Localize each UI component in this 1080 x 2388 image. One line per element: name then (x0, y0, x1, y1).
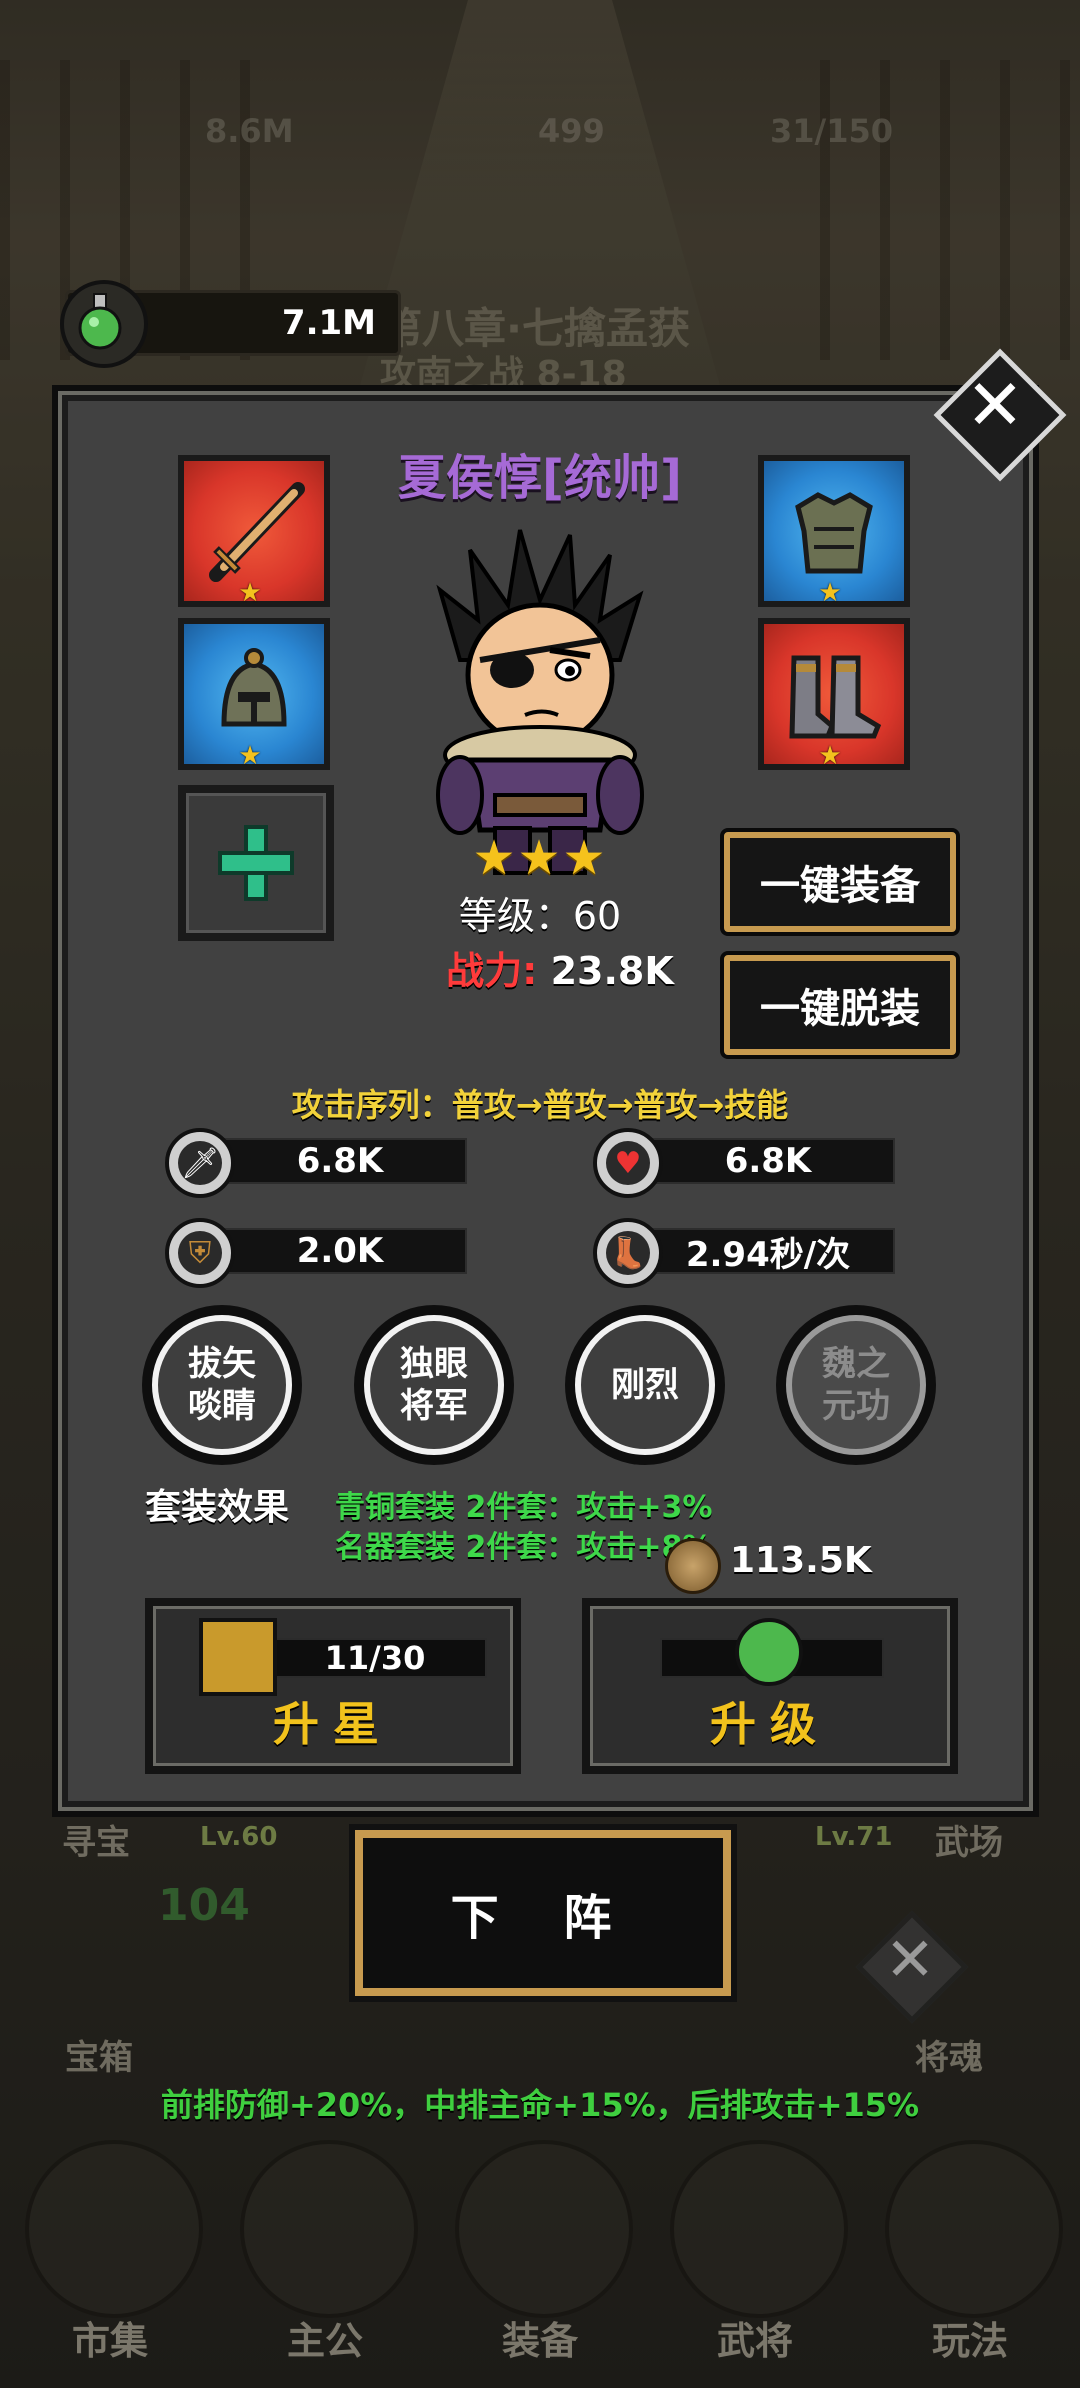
level-up-button[interactable]: 0 升级 (582, 1598, 958, 1774)
bg-soul-label: 将魂 (915, 2038, 983, 2078)
equip-star: ★ (238, 578, 262, 608)
stat-defense-value: 2.0K (213, 1228, 467, 1274)
star-up-label: 升星 (273, 1697, 393, 1751)
nav-play[interactable]: 玩法 (870, 2310, 1070, 2365)
hero-star-rating: ★★★ (472, 830, 608, 886)
hero-power: 战力: 23.8K (400, 940, 720, 995)
hero-level: 等级：60 (458, 894, 622, 938)
star-up-progress: 11/30 (263, 1638, 487, 1678)
stat-speed-value: 2.94秒/次 (641, 1228, 895, 1275)
armor-icon (795, 492, 873, 574)
sword-icon: 🗡 (165, 1128, 235, 1198)
unequip-all-button[interactable]: 一键脱装 (724, 955, 956, 1055)
set-effect-famous: 名器套装 2件套：攻击+8% (335, 1530, 713, 1565)
heart-icon: ♥ (593, 1128, 663, 1198)
bg-treasure-hunt-label: 寻宝 (62, 1823, 130, 1863)
bg-soul-button[interactable]: ✕ (855, 1910, 969, 2024)
hero-name: 夏侯惇[统帅] (398, 450, 682, 506)
nav-play-icon[interactable] (885, 2140, 1063, 2318)
nav-market[interactable]: 市集 (10, 2310, 210, 2365)
nav-lord-icon[interactable] (240, 2140, 418, 2318)
helmet-icon (221, 648, 287, 727)
potion-icon (60, 280, 148, 368)
equip-slot-empty[interactable] (178, 785, 334, 941)
close-button[interactable]: ✕ (933, 348, 1067, 482)
stat-hp: 6.8K ♥ (593, 1128, 895, 1198)
level-up-label: 升级 (710, 1697, 830, 1751)
skill-1[interactable]: 拔矢 啖睛 (142, 1305, 302, 1465)
equip-star: ★ (238, 741, 262, 771)
stat-defense: 2.0K ⛨ (165, 1218, 467, 1288)
attack-sequence: 攻击序列：普攻→普攻→普攻→技能 (291, 1086, 789, 1124)
equip-star: ★ (818, 578, 842, 608)
bg-right-level: Lv.71 (815, 1822, 893, 1852)
set-effect-bronze: 青铜套装 2件套：攻击+3% (335, 1490, 713, 1525)
nav-generals-icon[interactable] (670, 2140, 848, 2318)
close-icon: ✕ (965, 364, 1025, 446)
hero-portrait (400, 510, 680, 880)
close-icon: ✕ (884, 1925, 936, 1995)
bg-chest-count: 104 (158, 1880, 250, 1931)
stat-attack: 6.8K 🗡 (165, 1128, 467, 1198)
nav-equipment[interactable]: 装备 (440, 2310, 640, 2365)
shield-icon: ⛨ (165, 1218, 235, 1288)
stat-speed: 2.94秒/次 👢 (593, 1218, 895, 1288)
nav-lord[interactable]: 主公 (225, 2310, 425, 2365)
formation-bonus-text: 前排防御+20%，中排主命+15%，后排攻击+15% (160, 2086, 920, 2124)
equip-all-button[interactable]: 一键装备 (724, 832, 956, 932)
skill-2[interactable]: 独眼 将军 (354, 1305, 514, 1465)
stat-attack-value: 6.8K (213, 1138, 467, 1184)
nav-market-icon[interactable] (25, 2140, 203, 2318)
remove-from-lineup-button[interactable]: 下 阵 (355, 1830, 731, 1996)
skill-3[interactable]: 刚烈 (565, 1305, 725, 1465)
equip-star: ★ (818, 741, 842, 771)
coin-icon (665, 1538, 721, 1594)
set-effect-title: 套装效果 (145, 1487, 290, 1528)
power-value: 23.8K (550, 949, 674, 993)
bg-left-level: Lv.60 (200, 1822, 278, 1852)
power-label: 战力: (446, 949, 538, 993)
nav-equipment-icon[interactable] (455, 2140, 633, 2318)
star-up-button[interactable]: 11/30 升星 (145, 1598, 521, 1774)
hero-shard-icon (199, 1618, 277, 1696)
skill-4-locked[interactable]: 魏之 元功 (776, 1305, 936, 1465)
nav-generals[interactable]: 武将 (655, 2310, 855, 2365)
bg-chest-label: 宝箱 (65, 2038, 133, 2078)
coin-balance: 113.5K (730, 1540, 872, 1581)
stat-hp-value: 6.8K (641, 1138, 895, 1184)
bg-arena-label: 武场 (935, 1823, 1003, 1863)
sword-icon (209, 482, 305, 582)
boots-icon (789, 655, 882, 739)
potion-value: 7.1M (281, 303, 376, 343)
plus-icon (218, 825, 294, 901)
boot-icon: 👢 (593, 1218, 663, 1288)
potion-icon (735, 1618, 803, 1686)
